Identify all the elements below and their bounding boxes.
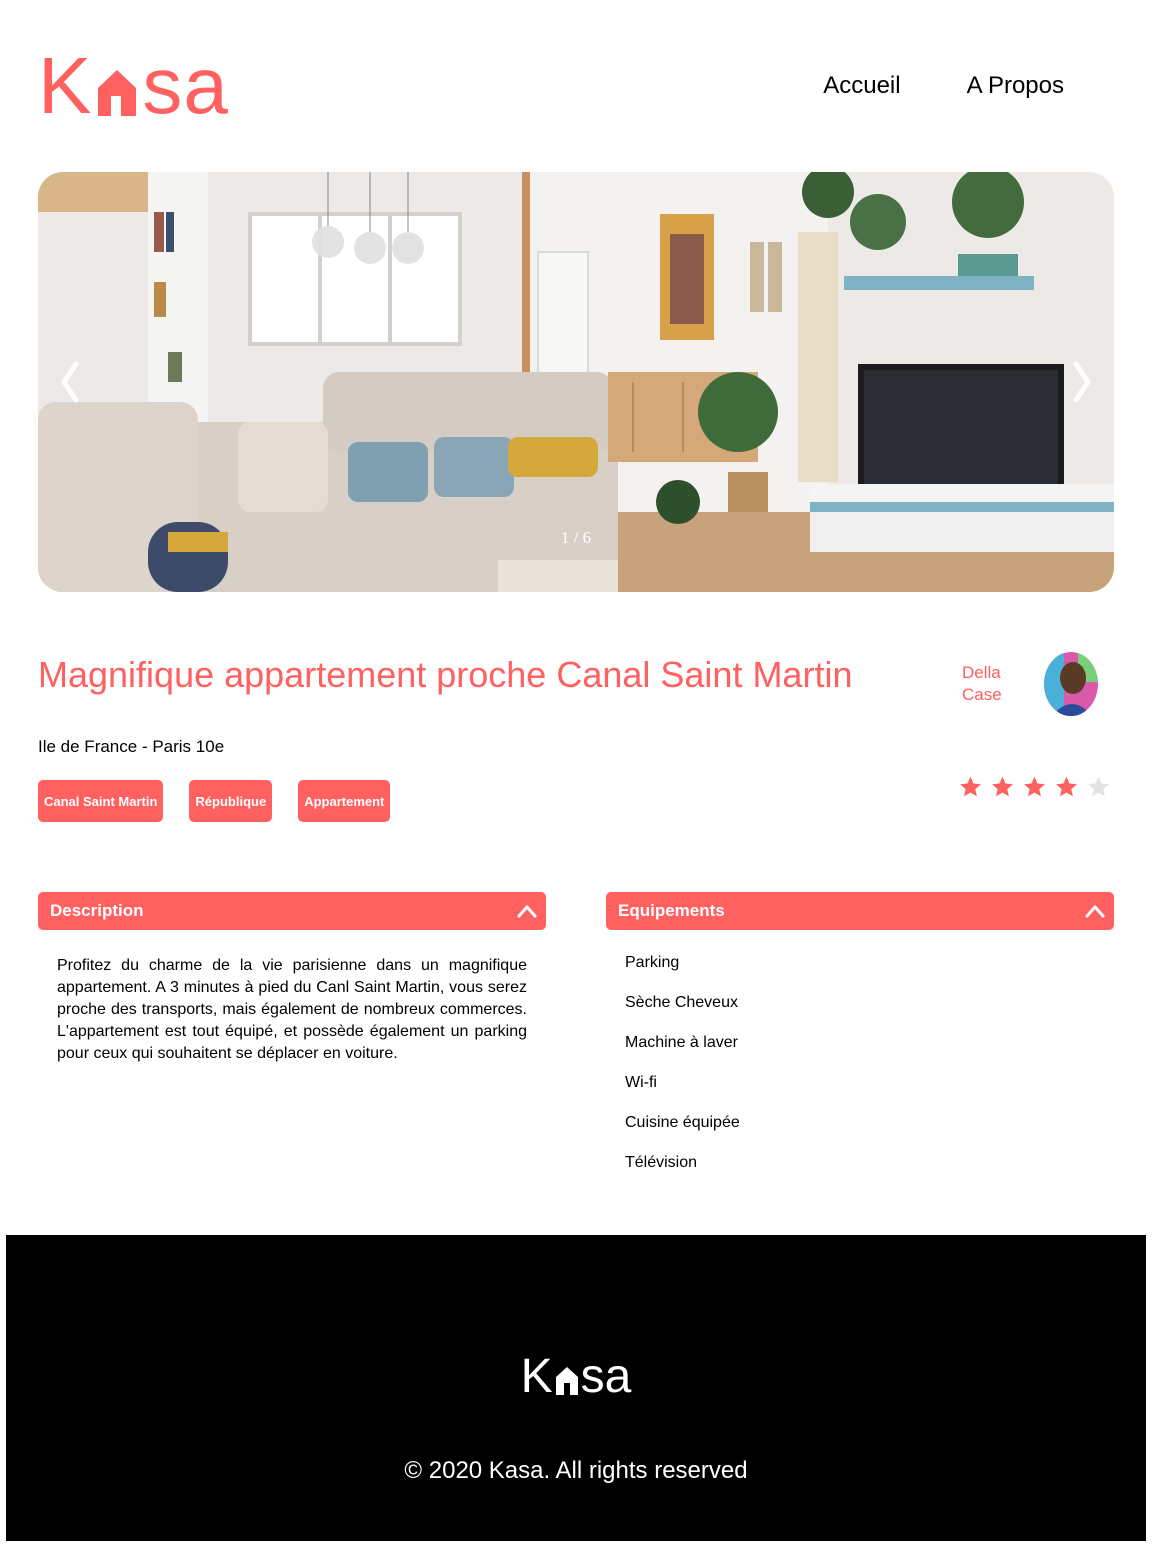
tag-republique: République [189,780,273,822]
footer-logo: K sa [6,1350,1146,1403]
tag-list: Canal Saint Martin République Appartemen… [38,780,391,822]
star-empty-icon [1088,776,1109,797]
description-collapse: Description Profitez du charme de la vie… [38,892,546,1065]
description-title: Description [50,901,144,920]
site-footer: K sa © 2020 Kasa. All rights reserved [6,1235,1146,1541]
carousel-prev-button[interactable] [42,342,102,422]
chevron-left-icon [61,361,79,403]
chevron-right-icon [1073,361,1091,403]
nav-a-propos[interactable]: A Propos [967,72,1064,100]
host-last-name: Case [962,685,1002,704]
description-text: Profitez du charme de la vie parisienne … [57,957,527,1062]
equipments-collapse: Equipements Parking Sèche Cheveux Machin… [606,892,1114,1192]
equipment-item: Parking [625,954,680,971]
footer-logo-letters-sa: sa [580,1350,632,1403]
chevron-up-icon[interactable] [1084,903,1106,919]
logo-letter-k: K [38,41,93,130]
site-header: K sa Accueil A Propos [0,0,1152,160]
carousel-counter: 1 / 6 [560,528,592,547]
house-icon [94,50,140,122]
nav-accueil[interactable]: Accueil [823,72,900,100]
equipment-item: Cuisine équipée [625,1114,740,1131]
equipment-item: Sèche Cheveux [625,994,738,1011]
star-filled-icon [1024,776,1045,797]
logo-letters-sa: sa [142,41,229,130]
photo-carousel: 1 / 6 [38,172,1114,592]
tag-appartement: Appartement [298,780,391,822]
equipment-list: Parking Sèche Cheveux Machine à laver Wi… [606,952,1114,1192]
host-info: Della Case [962,652,1098,716]
star-filled-icon [992,776,1013,797]
star-filled-icon [960,776,981,797]
main-nav: Accueil A Propos [823,72,1064,100]
kasa-logo[interactable]: K sa [38,41,229,130]
equipment-item: Machine à laver [625,1034,738,1051]
tag-canal-saint-martin: Canal Saint Martin [38,780,164,822]
star-rating [958,768,1111,806]
listing-title: Magnifique appartement proche Canal Sain… [38,654,853,695]
listing-location: Ile de France - Paris 10e [38,737,225,756]
copyright-text: © 2020 Kasa. All rights reserved [404,1457,748,1484]
equipments-title: Equipements [618,901,725,920]
star-filled-icon [1056,776,1077,797]
equipment-item: Wi-fi [625,1074,657,1091]
equipments-header[interactable]: Equipements [606,892,1114,930]
carousel-next-button[interactable] [1050,342,1110,422]
house-icon [554,1355,580,1399]
equipment-item: Télévision [625,1154,698,1171]
description-header[interactable]: Description [38,892,546,930]
host-name: Della Case [962,662,1002,706]
footer-logo-letter-k: K [520,1350,553,1403]
host-first-name: Della [962,663,1001,682]
chevron-up-icon[interactable] [516,903,538,919]
host-avatar [1044,652,1098,716]
